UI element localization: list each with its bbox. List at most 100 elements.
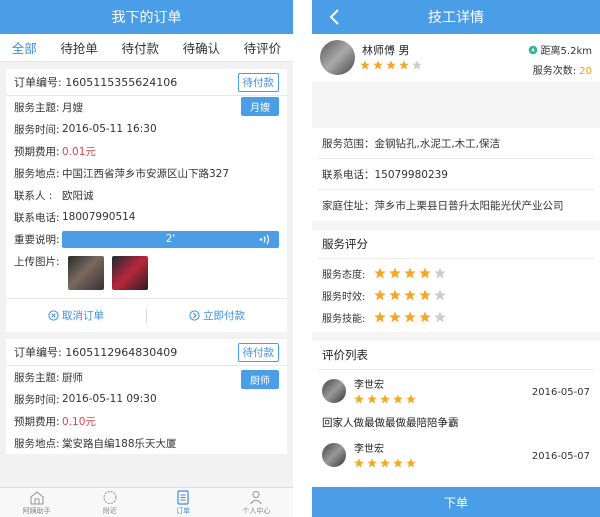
star-filled-icon bbox=[386, 60, 396, 70]
uploaded-photo[interactable] bbox=[112, 256, 148, 290]
nav-label: 附近 bbox=[102, 506, 117, 515]
row-value: 2016-05-11 16:30 bbox=[62, 123, 157, 135]
row-label: 预期费用: bbox=[14, 415, 60, 428]
tab-all[interactable]: 全部 bbox=[12, 38, 37, 57]
uploaded-photo[interactable] bbox=[68, 256, 104, 290]
review-date: 2016-05-07 bbox=[531, 451, 590, 462]
star-filled-icon bbox=[393, 394, 403, 404]
nav-label: 订单 bbox=[176, 506, 191, 515]
row-label: 预期费用: bbox=[14, 145, 60, 158]
review-item: 李世宏 2016-05-07 回家人做最做最做最陪陪争霸 bbox=[318, 370, 594, 440]
order-row: 服务主题: 月嫂 月嫂 bbox=[6, 96, 287, 118]
order-card[interactable]: 订单编号: 1605112964830409 待付款 服务主题: 厨师 厨师 服… bbox=[6, 339, 287, 454]
order-row: 预期费用: 0.10元 bbox=[6, 410, 287, 432]
star-filled-icon bbox=[406, 458, 416, 468]
review-text: 回家人做最做最做最陪陪争霸 bbox=[322, 417, 459, 429]
times-value: 20 bbox=[579, 66, 592, 77]
reviewer-name: 李世宏 bbox=[354, 380, 384, 391]
cancel-order-button[interactable]: 取消订单 bbox=[6, 308, 146, 323]
avatar bbox=[320, 40, 355, 75]
contact-phone[interactable]: 联系电话：15079980239 bbox=[318, 159, 594, 190]
star-filled-icon bbox=[406, 394, 416, 404]
star-empty-icon bbox=[434, 289, 446, 301]
row-value: 18007990514 bbox=[62, 211, 136, 223]
worker-profile: 林师傅 男 距离5.2km 服务次数: 20 bbox=[312, 34, 600, 82]
page-title: 技工详情 bbox=[428, 10, 484, 26]
row-value: 棠安路自编188乐天大厦 bbox=[62, 437, 177, 450]
order-no: 1605115355624106 bbox=[65, 76, 178, 89]
star-filled-icon bbox=[389, 267, 401, 279]
tab-pending-review[interactable]: 待评价 bbox=[244, 38, 282, 57]
order-row: 重要说明: 2' bbox=[6, 228, 287, 250]
review-stars bbox=[354, 394, 416, 404]
score-row: 服务技能: bbox=[318, 306, 594, 328]
home-address: 家庭住址：萍乡市上栗县日普升太阳能光伏产业公司 bbox=[322, 200, 564, 212]
place-order-button[interactable]: 下单 bbox=[312, 487, 600, 517]
row-value: 月嫂 bbox=[62, 101, 83, 114]
row-value: 中国江西省萍乡市安源区山下路327 bbox=[62, 167, 230, 180]
row-value: 欧阳诚 bbox=[62, 189, 94, 202]
row-label: 联系电话: bbox=[14, 211, 60, 224]
row-label: 服务主题: bbox=[14, 101, 60, 114]
star-filled-icon bbox=[374, 267, 386, 279]
row-label: 上传图片: bbox=[14, 256, 60, 268]
order-row: 服务时间: 2016-05-11 09:30 bbox=[6, 388, 287, 410]
score-row: 服务时效: bbox=[318, 284, 594, 306]
tab-pending-grab[interactable]: 待抢单 bbox=[60, 38, 98, 57]
star-filled-icon bbox=[404, 311, 416, 323]
voice-message[interactable]: 2' bbox=[62, 230, 279, 248]
score-title: 服务评分 bbox=[318, 230, 594, 259]
status-badge: 待付款 bbox=[237, 72, 279, 92]
star-filled-icon bbox=[367, 458, 377, 468]
photo-list bbox=[68, 256, 148, 290]
order-header: 订单编号: 1605115355624106 待付款 bbox=[6, 69, 287, 96]
order-row: 服务时间: 2016-05-11 16:30 bbox=[6, 118, 287, 140]
nav-profile[interactable]: 个人中心 bbox=[220, 488, 293, 517]
order-no: 1605112964830409 bbox=[65, 346, 178, 359]
service-tag: 月嫂 bbox=[241, 97, 279, 116]
row-label: 联系人 : bbox=[14, 189, 53, 202]
order-tabs: 全部 待抢单 待付款 待确认 待评价 bbox=[0, 34, 293, 62]
detail-navbar: 技工详情 bbox=[312, 0, 600, 34]
order-row: 预期费用: 0.01元 bbox=[6, 140, 287, 162]
nav-nearby[interactable]: 附近 bbox=[73, 488, 146, 517]
tab-pending-pay[interactable]: 待付款 bbox=[121, 38, 159, 57]
score-label: 服务技能: bbox=[322, 313, 366, 325]
worker-rating bbox=[360, 60, 422, 70]
bottom-nav: 阿姨助手 附近 订单 个人中心 bbox=[0, 487, 293, 517]
order-row: 服务地点: 中国江西省萍乡市安源区山下路327 bbox=[6, 162, 287, 184]
order-card[interactable]: 订单编号: 1605115355624106 待付款 服务主题: 月嫂 月嫂 服… bbox=[6, 69, 287, 332]
home-icon bbox=[30, 490, 44, 505]
star-filled-icon bbox=[419, 289, 431, 301]
order-actions: 取消订单 立即付款 bbox=[6, 298, 287, 332]
star-empty-icon bbox=[434, 267, 446, 279]
score-stars bbox=[374, 289, 446, 301]
score-stars bbox=[374, 311, 446, 323]
star-filled-icon bbox=[373, 60, 383, 70]
star-filled-icon bbox=[389, 311, 401, 323]
page-title: 我下的订单 bbox=[111, 10, 182, 26]
reviewer-avatar bbox=[322, 379, 346, 403]
back-arrow-icon[interactable] bbox=[326, 7, 344, 27]
score-stars bbox=[374, 267, 446, 279]
star-filled-icon bbox=[404, 267, 416, 279]
nav-assistant[interactable]: 阿姨助手 bbox=[0, 488, 73, 517]
nav-orders[interactable]: 订单 bbox=[147, 488, 220, 517]
compass-icon bbox=[103, 490, 117, 504]
order-no-label: 订单编号: bbox=[14, 346, 62, 359]
tab-pending-confirm[interactable]: 待确认 bbox=[183, 38, 221, 57]
row-value: 厨师 bbox=[62, 371, 83, 384]
service-scope: 服务范围：金钢钻孔,水泥工,木工,保洁 bbox=[318, 128, 594, 159]
star-filled-icon bbox=[404, 289, 416, 301]
order-row: 联系电话: 18007990514 bbox=[6, 206, 287, 228]
row-label: 服务主题: bbox=[14, 371, 60, 384]
row-label: 服务时间: bbox=[14, 393, 60, 406]
star-filled-icon bbox=[380, 458, 390, 468]
star-filled-icon bbox=[389, 289, 401, 301]
close-circle-icon bbox=[48, 310, 59, 321]
pay-now-button[interactable]: 立即付款 bbox=[147, 308, 287, 323]
review-stars bbox=[354, 458, 416, 468]
order-row: 上传图片: bbox=[6, 250, 287, 294]
user-icon bbox=[250, 490, 263, 504]
voice-wave-icon bbox=[259, 233, 270, 245]
